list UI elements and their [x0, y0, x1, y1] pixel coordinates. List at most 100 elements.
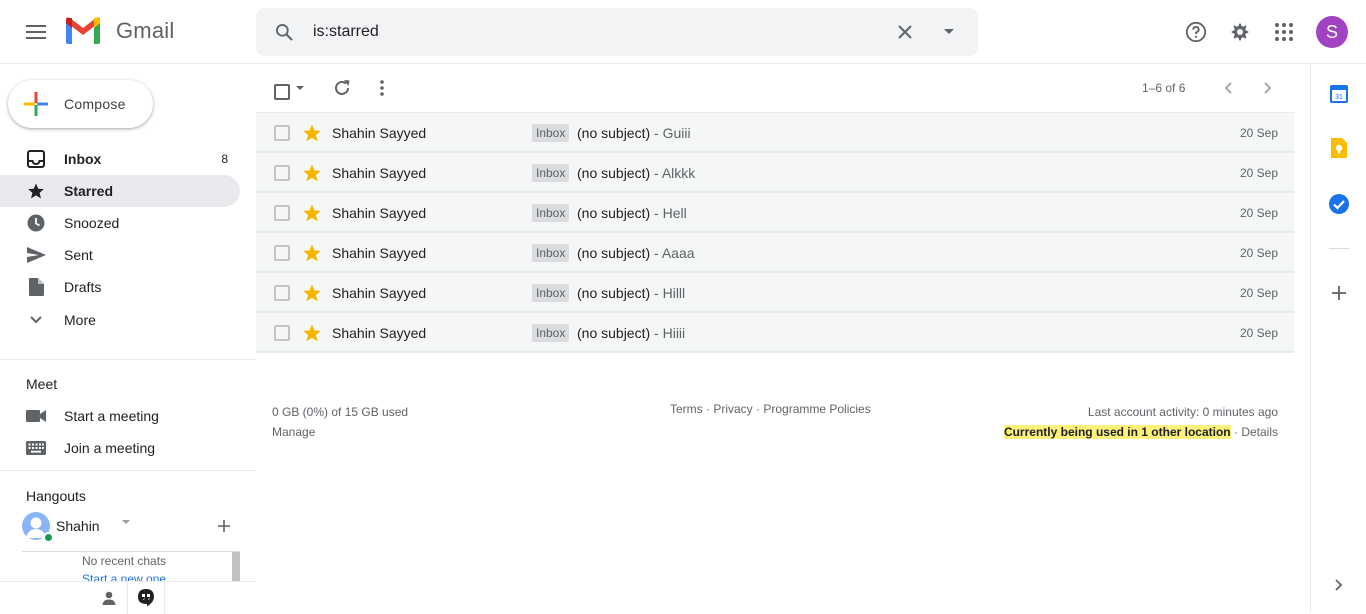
sidebar-item-snoozed[interactable]: Snoozed [0, 207, 240, 239]
caret-down-icon [944, 29, 954, 34]
inbox-label-badge[interactable]: Inbox [532, 164, 570, 182]
caret-down-icon [122, 520, 130, 524]
help-icon [1185, 21, 1207, 43]
chat-scrollbar[interactable] [232, 552, 240, 581]
unread-count: 8 [221, 152, 228, 166]
calendar-button[interactable]: 31 [1329, 84, 1349, 104]
sidebar-item-drafts[interactable]: Drafts [0, 271, 240, 303]
clock-icon [27, 214, 45, 232]
search-button[interactable] [268, 16, 300, 48]
account-avatar[interactable]: S [1316, 16, 1348, 48]
privacy-link[interactable]: Privacy [713, 402, 752, 416]
row-checkbox[interactable] [274, 205, 290, 221]
star-icon[interactable] [302, 203, 322, 223]
inbox-label-badge[interactable]: Inbox [532, 124, 570, 142]
newer-button[interactable] [1218, 76, 1238, 100]
email-row[interactable]: Shahin Sayyed Inbox (no subject) - Aaaa 20 … [256, 233, 1294, 273]
support-button[interactable] [1176, 12, 1216, 52]
star-icon[interactable] [302, 283, 322, 303]
meet-section-title: Meet [26, 376, 58, 392]
email-date: 20 Sep [1239, 166, 1278, 180]
start-new-chat-link[interactable]: Start a new one [82, 572, 166, 581]
row-checkbox[interactable] [274, 285, 290, 301]
older-button[interactable] [1258, 76, 1278, 100]
contacts-tab[interactable] [90, 582, 128, 614]
email-subject: (no subject) [577, 325, 651, 341]
email-row[interactable]: Shahin Sayyed Inbox (no subject) - Hiiii 20… [256, 313, 1294, 353]
compose-button[interactable]: Compose [8, 80, 153, 128]
email-sender: Shahin Sayyed [332, 245, 427, 261]
main-menu-button[interactable] [16, 12, 56, 52]
row-checkbox[interactable] [274, 125, 290, 141]
sidebar-divider [0, 359, 256, 360]
manage-storage-link[interactable]: Manage [272, 422, 408, 442]
get-addons-button[interactable] [1329, 283, 1349, 303]
hangouts-user[interactable]: Shahin [22, 512, 242, 543]
star-icon [28, 183, 44, 199]
pagination-text: 1–6 of 6 [1142, 81, 1186, 95]
checkbox [274, 84, 290, 100]
email-sender: Shahin Sayyed [332, 285, 427, 301]
keyboard-icon [26, 441, 46, 455]
activity-details-link[interactable]: Details [1241, 425, 1278, 439]
row-checkbox[interactable] [274, 245, 290, 261]
keep-button[interactable] [1329, 138, 1349, 158]
settings-button[interactable] [1220, 12, 1260, 52]
hide-side-panel-button[interactable] [1329, 575, 1349, 595]
select-menu-button[interactable] [296, 80, 304, 96]
row-checkbox[interactable] [274, 165, 290, 181]
chevron-down-icon [30, 316, 42, 324]
gmail-logo[interactable]: Gmail [64, 16, 174, 46]
compose-label: Compose [64, 96, 126, 112]
new-conversation-button[interactable] [214, 516, 234, 536]
email-row[interactable]: Shahin Sayyed Inbox (no subject) - Hell 20 … [256, 193, 1294, 233]
search-input[interactable] [313, 18, 873, 46]
sidebar-item-label: More [64, 312, 96, 328]
email-subject-line: (no subject) - Alkkk [577, 165, 695, 181]
inbox-label-badge[interactable]: Inbox [532, 284, 570, 302]
clear-search-button[interactable] [889, 16, 921, 48]
programme-policies-link[interactable]: Programme Policies [763, 402, 870, 416]
sidebar-item-inbox[interactable]: Inbox 8 [0, 143, 240, 175]
sidebar-item-starred[interactable]: Starred [0, 175, 240, 207]
select-all-checkbox[interactable] [274, 80, 290, 104]
refresh-icon [335, 80, 350, 95]
start-meeting-item[interactable]: Start a meeting [0, 400, 256, 432]
google-apps-button[interactable] [1264, 12, 1304, 52]
email-subject: (no subject) [577, 245, 651, 261]
chevron-right-icon [1264, 82, 1272, 94]
join-meeting-label: Join a meeting [64, 440, 156, 456]
star-icon[interactable] [302, 323, 322, 343]
more-actions-button[interactable] [372, 76, 392, 100]
sidebar-item-more[interactable]: More [0, 303, 240, 337]
gear-icon [1231, 23, 1249, 41]
row-checkbox[interactable] [274, 325, 290, 341]
inbox-label-badge[interactable]: Inbox [532, 244, 570, 262]
terms-link[interactable]: Terms [670, 402, 703, 416]
sidebar-item-label: Inbox [64, 151, 102, 167]
star-icon[interactable] [302, 163, 322, 183]
star-icon[interactable] [302, 243, 322, 263]
email-date: 20 Sep [1239, 246, 1278, 260]
refresh-button[interactable] [332, 76, 352, 100]
email-snippet: - Aaaa [650, 245, 695, 261]
plus-icon [1332, 286, 1346, 300]
side-panel: 31 [1310, 64, 1366, 613]
join-meeting-item[interactable]: Join a meeting [0, 432, 256, 464]
inbox-label-badge[interactable]: Inbox [532, 324, 570, 342]
inbox-label-badge[interactable]: Inbox [532, 204, 570, 222]
storage-usage: 0 GB (0%) of 15 GB used [272, 405, 409, 419]
search-options-button[interactable] [933, 16, 965, 48]
link-separator: · [702, 402, 714, 416]
sidebar-item-label: Snoozed [64, 215, 120, 231]
star-icon[interactable] [302, 123, 322, 143]
hangouts-tab[interactable] [127, 582, 165, 614]
email-row[interactable]: Shahin Sayyed Inbox (no subject) - Hilll 20… [256, 273, 1294, 313]
sidebar-item-sent[interactable]: Sent [0, 239, 240, 271]
video-camera-icon [26, 410, 46, 422]
email-row[interactable]: Shahin Sayyed Inbox (no subject) - Guiii 20… [256, 113, 1294, 153]
tasks-button[interactable] [1329, 194, 1349, 214]
email-subject: (no subject) [577, 165, 651, 181]
email-snippet: - Hell [650, 205, 687, 221]
email-row[interactable]: Shahin Sayyed Inbox (no subject) - Alkkk 20… [256, 153, 1294, 193]
